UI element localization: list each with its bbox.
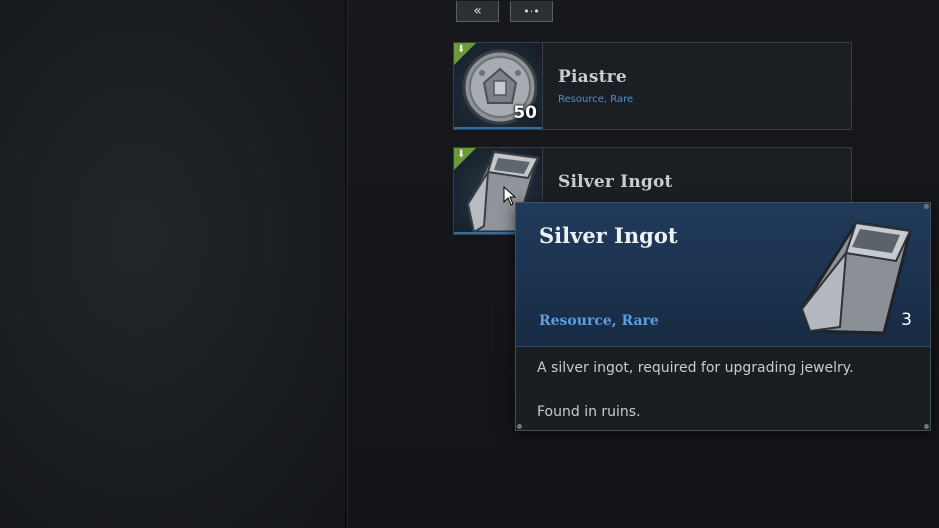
tooltip-header: Silver Ingot Resource, Rare 3 [516, 203, 930, 347]
tooltip-corner [517, 424, 522, 429]
tooltip-quantity: 3 [901, 310, 912, 330]
tooltip-tags: Resource, Rare [539, 313, 659, 329]
double-chevron-left-icon: « [473, 3, 482, 19]
download-icon: ⬇ [457, 44, 466, 55]
item-name: Piastre [558, 67, 627, 87]
tooltip-source: Found in ruins. [537, 404, 641, 420]
left-panel [0, 0, 345, 528]
tooltip-corner [924, 204, 929, 209]
tooltip-corner [924, 424, 929, 429]
back-button[interactable]: « [456, 1, 499, 22]
download-icon: ⬇ [457, 149, 466, 160]
dots-icon: •·• [523, 4, 540, 18]
item-name: Silver Ingot [558, 172, 673, 192]
inventory-item-piastre[interactable]: ⬇ 50 Piastre Resource, Rare [453, 42, 852, 130]
item-thumbnail: ⬇ 50 [454, 43, 543, 129]
options-button[interactable]: •·• [510, 1, 553, 22]
item-quantity: 50 [513, 103, 537, 123]
tooltip-title: Silver Ingot [539, 223, 678, 248]
tooltip-description: A silver ingot, required for upgrading j… [537, 360, 854, 376]
item-tooltip: Silver Ingot Resource, Rare 3 A silver i… [515, 202, 931, 431]
thumb-underline [454, 127, 542, 129]
silver-ingot-icon [800, 221, 912, 335]
item-tags: Resource, Rare [558, 94, 634, 105]
